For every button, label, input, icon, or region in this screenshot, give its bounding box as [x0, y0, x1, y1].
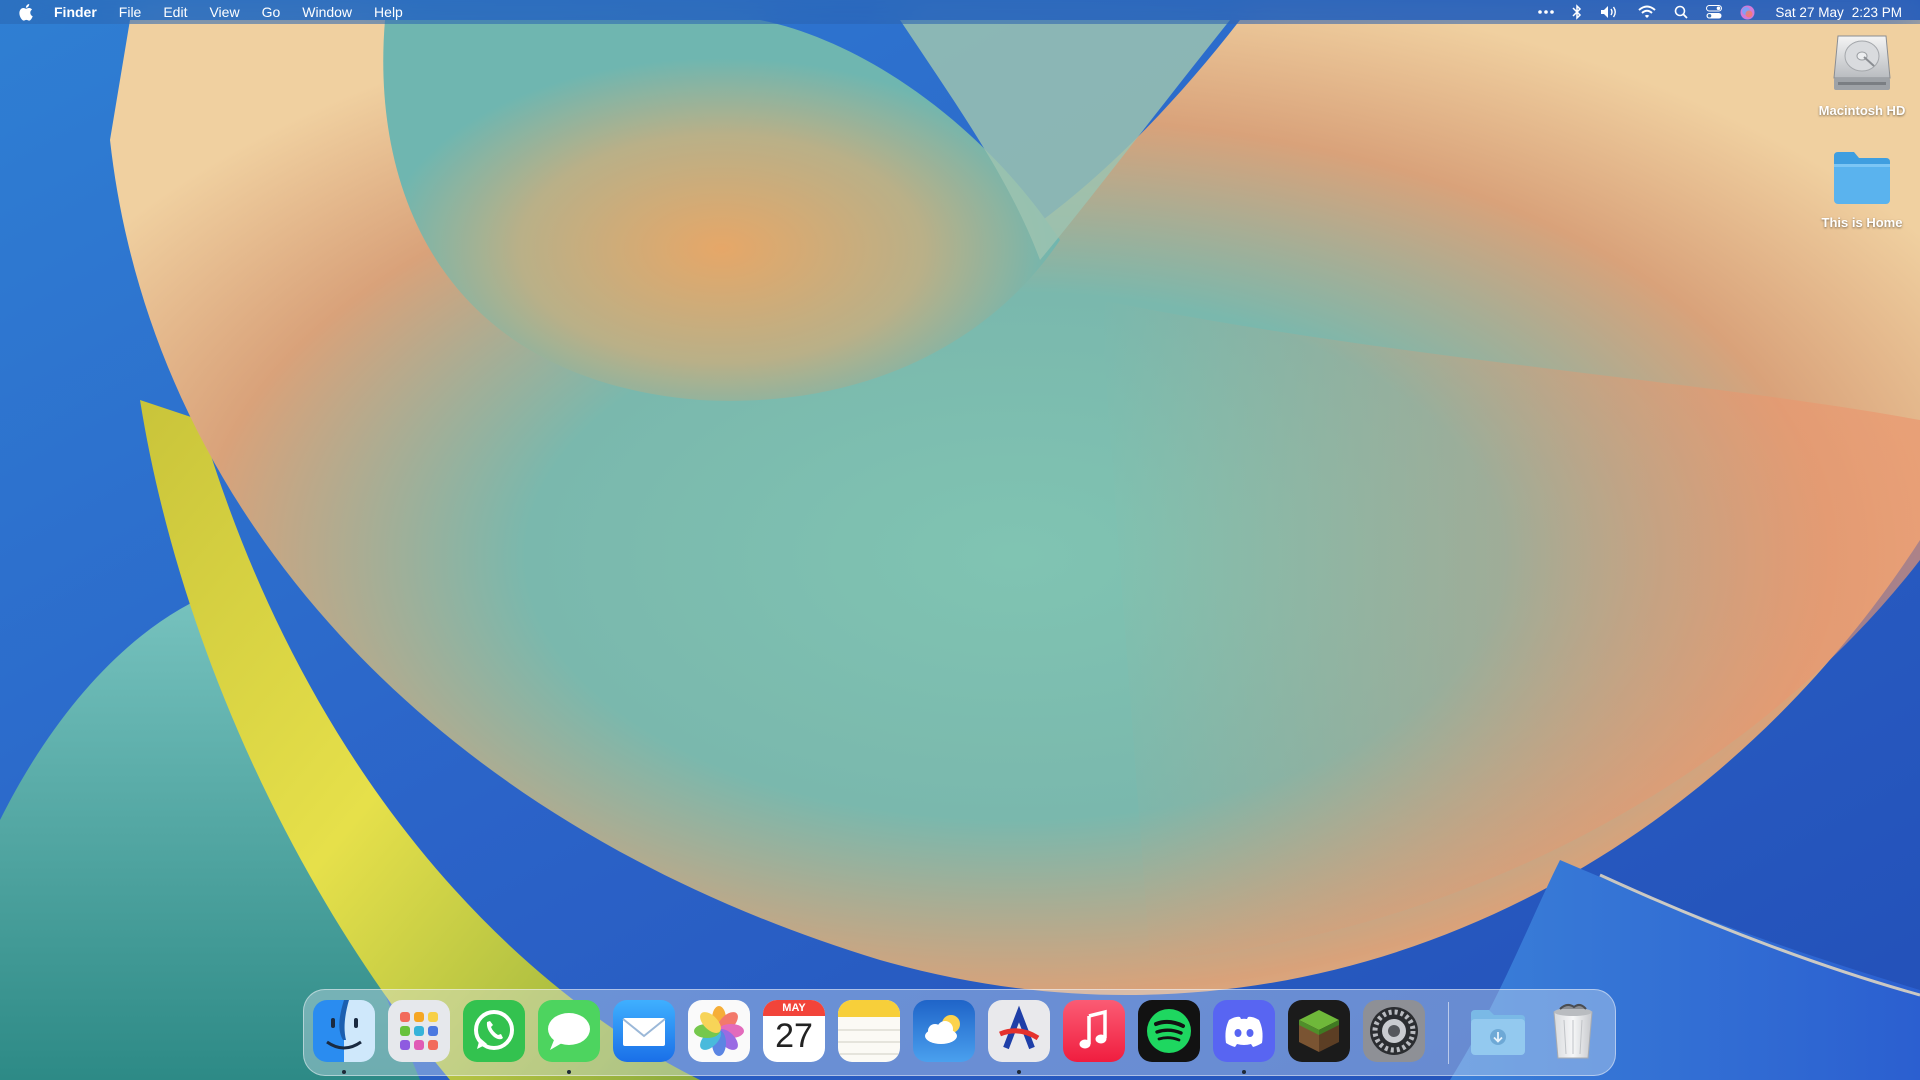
- more-icon[interactable]: [1538, 0, 1555, 24]
- dock-weather-icon[interactable]: [913, 1000, 975, 1062]
- calendar-day: 27: [775, 1017, 813, 1055]
- running-indicator: [1017, 1070, 1021, 1074]
- spotlight-search-icon[interactable]: [1674, 0, 1689, 24]
- menu-bar: Finder File Edit View Go Window Help Sat: [0, 0, 1920, 24]
- volume-icon[interactable]: [1600, 0, 1620, 24]
- siri-icon[interactable]: [1740, 0, 1755, 24]
- dock-finder-icon[interactable]: [313, 1000, 375, 1062]
- dock-separator: [1448, 1002, 1449, 1064]
- hard-drive-icon: [1807, 32, 1917, 99]
- running-indicator: [567, 1070, 571, 1074]
- calendar-month: MAY: [782, 1002, 806, 1014]
- desktop-item-label: Macintosh HD: [1818, 103, 1906, 118]
- dock-launchpad-icon[interactable]: [388, 1000, 450, 1062]
- dock-messages-icon[interactable]: [538, 1000, 600, 1062]
- dock-spotify-icon[interactable]: [1138, 1000, 1200, 1062]
- menu-edit[interactable]: Edit: [163, 0, 187, 24]
- menu-window[interactable]: Window: [302, 0, 352, 24]
- dock-calendar-icon[interactable]: MAY 27: [763, 1000, 825, 1062]
- menubar-clock[interactable]: Sat 27 May 2:23 PM: [1775, 5, 1902, 20]
- menu-file[interactable]: File: [119, 0, 142, 24]
- desktop-wallpaper: [0, 0, 1920, 1080]
- menu-help[interactable]: Help: [374, 0, 403, 24]
- apple-menu-icon[interactable]: [18, 3, 34, 21]
- dock-mail-icon[interactable]: [613, 1000, 675, 1062]
- dock-system-settings-icon[interactable]: [1363, 1000, 1425, 1062]
- folder-icon: [1807, 150, 1917, 211]
- dock-discord-icon[interactable]: [1213, 1000, 1275, 1062]
- desktop-item-this-is-home[interactable]: This is Home: [1807, 150, 1917, 230]
- dock-notes-icon[interactable]: [838, 1000, 900, 1062]
- menu-go[interactable]: Go: [262, 0, 281, 24]
- running-indicator: [1242, 1070, 1246, 1074]
- desktop-item-macintosh-hd[interactable]: Macintosh HD: [1807, 32, 1917, 118]
- running-indicator: [342, 1070, 346, 1074]
- dock-minecraft-icon[interactable]: [1288, 1000, 1350, 1062]
- clock-time: 2:23 PM: [1851, 4, 1902, 20]
- dock-trash-icon[interactable]: [1542, 1000, 1604, 1062]
- dock-photos-icon[interactable]: [688, 1000, 750, 1062]
- dock-creative-app-icon[interactable]: [988, 1000, 1050, 1062]
- dock: MAY 27: [303, 989, 1616, 1076]
- dock-music-icon[interactable]: [1063, 1000, 1125, 1062]
- dock-downloads-folder-icon[interactable]: [1467, 1000, 1529, 1062]
- menu-view[interactable]: View: [209, 0, 239, 24]
- control-center-icon[interactable]: [1706, 0, 1723, 24]
- bluetooth-icon[interactable]: [1572, 0, 1582, 24]
- clock-date: Sat 27 May: [1775, 4, 1844, 20]
- desktop-item-label: This is Home: [1821, 215, 1903, 230]
- menu-app-finder[interactable]: Finder: [54, 0, 97, 24]
- dock-whatsapp-icon[interactable]: [463, 1000, 525, 1062]
- wifi-icon[interactable]: [1638, 0, 1657, 24]
